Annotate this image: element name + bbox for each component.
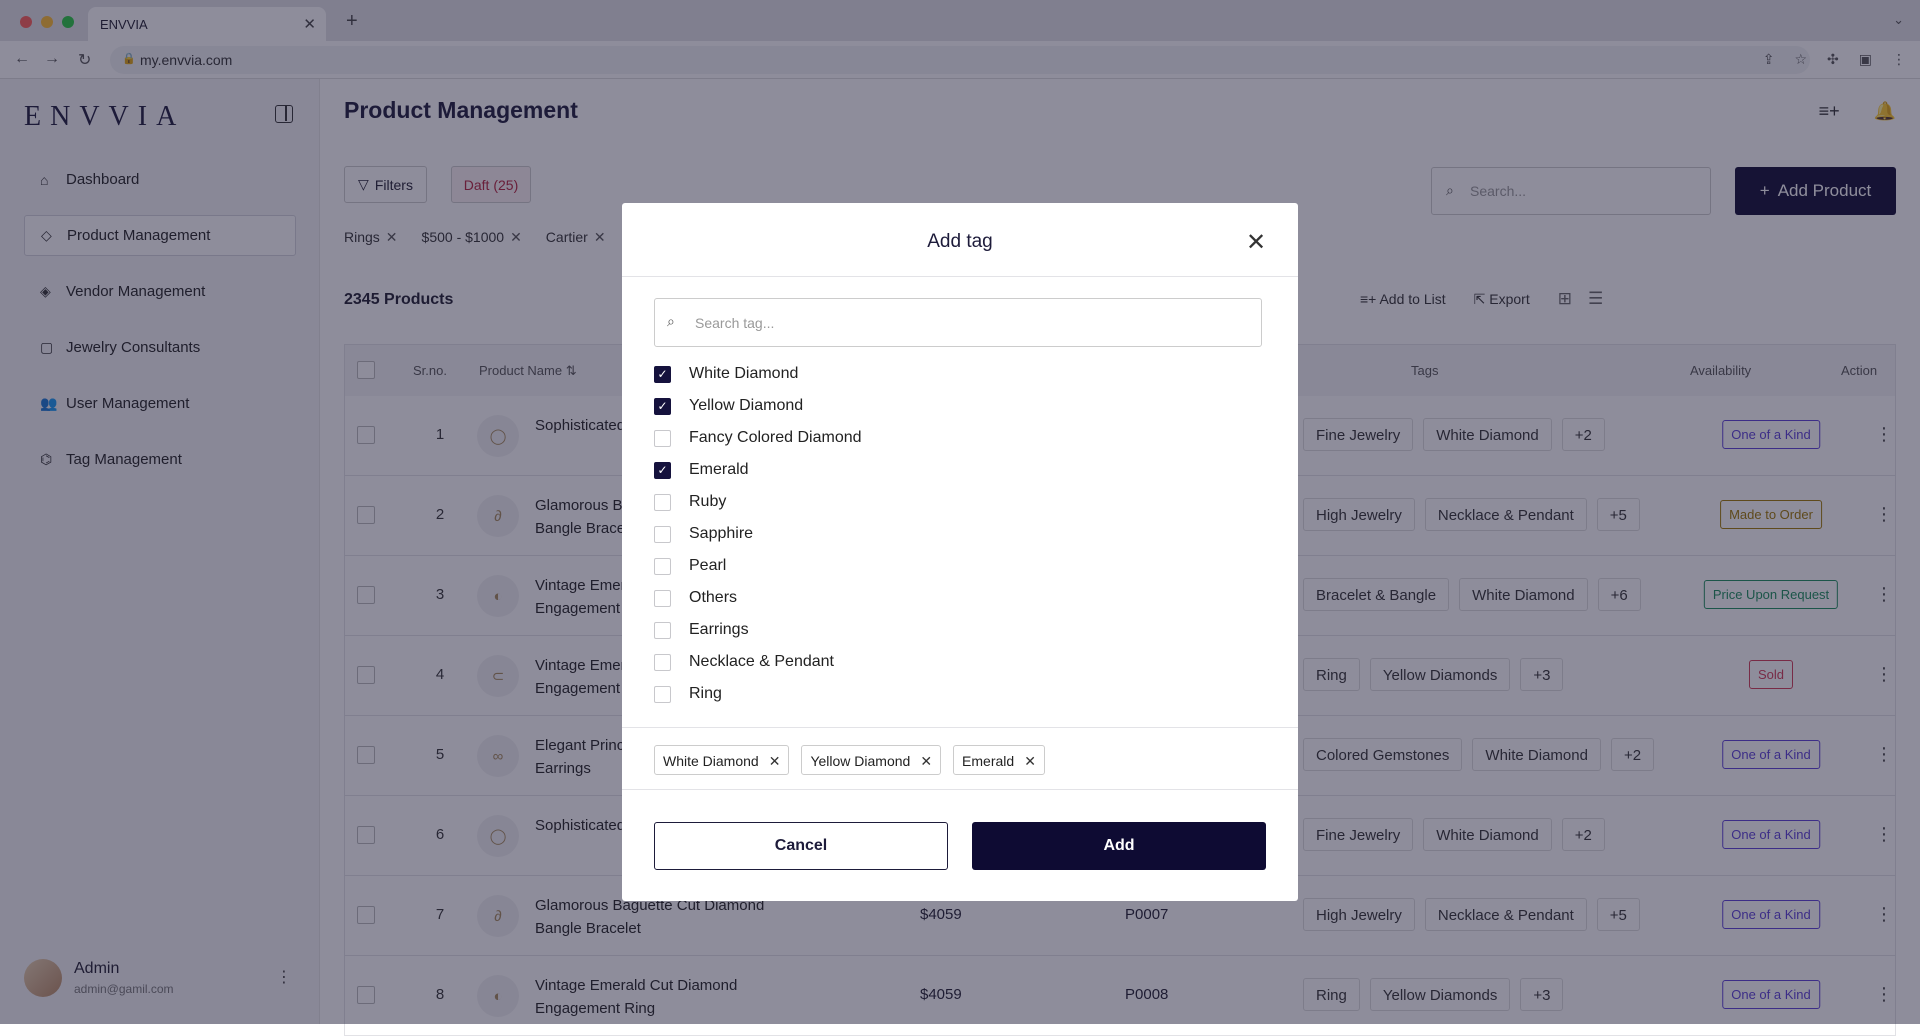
tag-options-list[interactable]: ✓ White Diamond ✓ Yellow Diamond Fancy Color… [654, 358, 1274, 718]
search-icon: ⌕ [667, 313, 675, 329]
tag-option[interactable]: Bracelet & Bangle [654, 710, 817, 718]
checkbox[interactable] [654, 557, 671, 575]
tag-option[interactable]: Earrings [654, 614, 749, 646]
checkbox[interactable] [654, 653, 671, 671]
tag-option[interactable]: Ring [654, 678, 722, 710]
selected-tags: White Diamond ✕ Yellow Diamond ✕ Emerald ✕ [654, 745, 1045, 775]
selected-tag-chip: White Diamond ✕ [654, 745, 790, 775]
tag-option[interactable]: Pearl [654, 550, 726, 582]
tag-option-label: Sapphire [689, 525, 754, 542]
checkbox[interactable] [654, 589, 671, 607]
tag-option-label: White Diamond [689, 365, 799, 382]
tag-option-label: Ruby [689, 493, 727, 510]
tag-option[interactable]: Necklace & Pendant [654, 646, 834, 678]
tag-option[interactable]: Fancy Colored Diamond [654, 422, 862, 454]
tag-option[interactable]: ✓ White Diamond [654, 358, 798, 390]
checkbox[interactable] [654, 685, 671, 703]
add-tag-modal: Add tag ✕ ⌕ Search tag... ✓ White Diamond… [622, 203, 1298, 901]
checkbox[interactable] [654, 429, 671, 447]
tag-option-label: Bracelet & Bangle [689, 717, 817, 718]
divider [622, 789, 1298, 790]
checkbox[interactable] [654, 621, 671, 639]
cancel-button[interactable]: Cancel [654, 822, 948, 870]
tag-option[interactable]: Ruby [654, 486, 726, 518]
divider [622, 727, 1298, 728]
checked-checkbox[interactable]: ✓ [654, 365, 671, 383]
checked-checkbox[interactable]: ✓ [654, 397, 671, 415]
selected-tag-chip: Yellow Diamond ✕ [801, 745, 942, 775]
tag-search-placeholder: Search tag... [695, 315, 775, 331]
add-button[interactable]: Add [972, 822, 1266, 870]
tag-option-label: Pearl [689, 557, 727, 574]
selected-tag-chip: Emerald ✕ [953, 745, 1045, 775]
remove-tag-icon[interactable]: ✕ [1024, 753, 1036, 769]
checkbox[interactable] [654, 493, 671, 511]
tag-option[interactable]: ✓ Emerald [654, 454, 749, 486]
tag-option[interactable]: ✓ Yellow Diamond [654, 390, 803, 422]
tag-option-label: Earrings [689, 621, 749, 638]
tag-search-input[interactable]: ⌕ Search tag... [654, 298, 1262, 347]
checkbox[interactable] [654, 525, 671, 543]
close-icon[interactable]: ✕ [1246, 231, 1266, 255]
tag-option-label: Ring [689, 685, 722, 702]
divider [622, 276, 1298, 277]
tag-option[interactable]: Others [654, 582, 737, 614]
checkbox[interactable] [654, 717, 671, 718]
selected-tag-label: Emerald [962, 753, 1015, 769]
tag-option-label: Fancy Colored Diamond [689, 429, 862, 446]
tag-option[interactable]: Sapphire [654, 518, 753, 550]
tag-option-label: Yellow Diamond [689, 397, 804, 414]
remove-tag-icon[interactable]: ✕ [769, 753, 781, 769]
selected-tag-label: White Diamond [663, 753, 759, 769]
modal-title: Add tag [927, 231, 993, 252]
tag-option-label: Necklace & Pendant [689, 653, 834, 670]
tag-option-label: Emerald [689, 461, 749, 478]
remove-tag-icon[interactable]: ✕ [920, 753, 932, 769]
selected-tag-label: Yellow Diamond [810, 753, 911, 769]
tag-option-label: Others [689, 589, 738, 606]
checked-checkbox[interactable]: ✓ [654, 461, 671, 479]
